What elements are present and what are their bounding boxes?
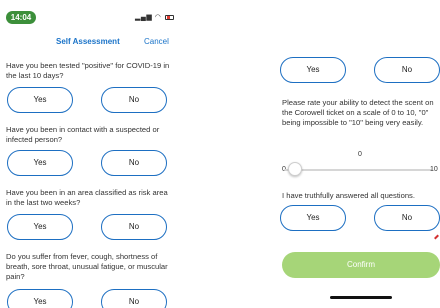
q2-yes-button[interactable]: Yes — [7, 150, 73, 176]
question-scent-rating: Please rate your ability to detect the s… — [282, 98, 434, 128]
signal-icon: ▂▄▆ — [135, 14, 153, 21]
cancel-button[interactable]: Cancel — [144, 37, 169, 46]
q4-yes-button[interactable]: Yes — [7, 289, 73, 308]
right-screen: Yes No Please rate your ability to detec… — [272, 0, 440, 308]
red-cursor-mark — [434, 234, 439, 240]
home-indicator — [330, 296, 392, 299]
question-truthful: I have truthfully answered all questions… — [282, 191, 415, 200]
left-screen: 14:04 ▂▄▆ ◠ Self Assessment Cancel Have … — [0, 0, 176, 308]
clipped-question-edge — [282, 42, 440, 52]
wifi-icon: ◠ — [154, 14, 162, 21]
slider-value: 0 — [358, 151, 362, 158]
truth-yes-button[interactable]: Yes — [280, 205, 346, 231]
confirm-button[interactable]: Confirm — [282, 252, 440, 278]
question-symptoms: Do you suffer from fever, cough, shortne… — [6, 252, 168, 282]
slider-max-label: 10 — [430, 166, 438, 173]
q3-no-button[interactable]: No — [101, 214, 167, 240]
question-risk-area: Have you been in an area classified as r… — [6, 188, 168, 208]
status-time: 14:04 — [6, 11, 36, 24]
top-no-button[interactable]: No — [374, 57, 440, 83]
q3-yes-button[interactable]: Yes — [7, 214, 73, 240]
question-tested-positive: Have you been tested "positive" for COVI… — [6, 61, 170, 81]
status-icons: ▂▄▆ ◠ — [135, 13, 174, 21]
truth-no-button[interactable]: No — [374, 205, 440, 231]
q2-no-button[interactable]: No — [101, 150, 167, 176]
q1-no-button[interactable]: No — [101, 87, 167, 113]
battery-icon — [164, 14, 174, 20]
rating-slider-track[interactable] — [284, 169, 432, 171]
question-contact: Have you been in contact with a suspecte… — [6, 125, 160, 145]
top-yes-button[interactable]: Yes — [280, 57, 346, 83]
rating-slider-thumb[interactable] — [288, 162, 302, 176]
nav-title: Self Assessment — [56, 37, 120, 46]
q4-no-button[interactable]: No — [101, 289, 167, 308]
q1-yes-button[interactable]: Yes — [7, 87, 73, 113]
